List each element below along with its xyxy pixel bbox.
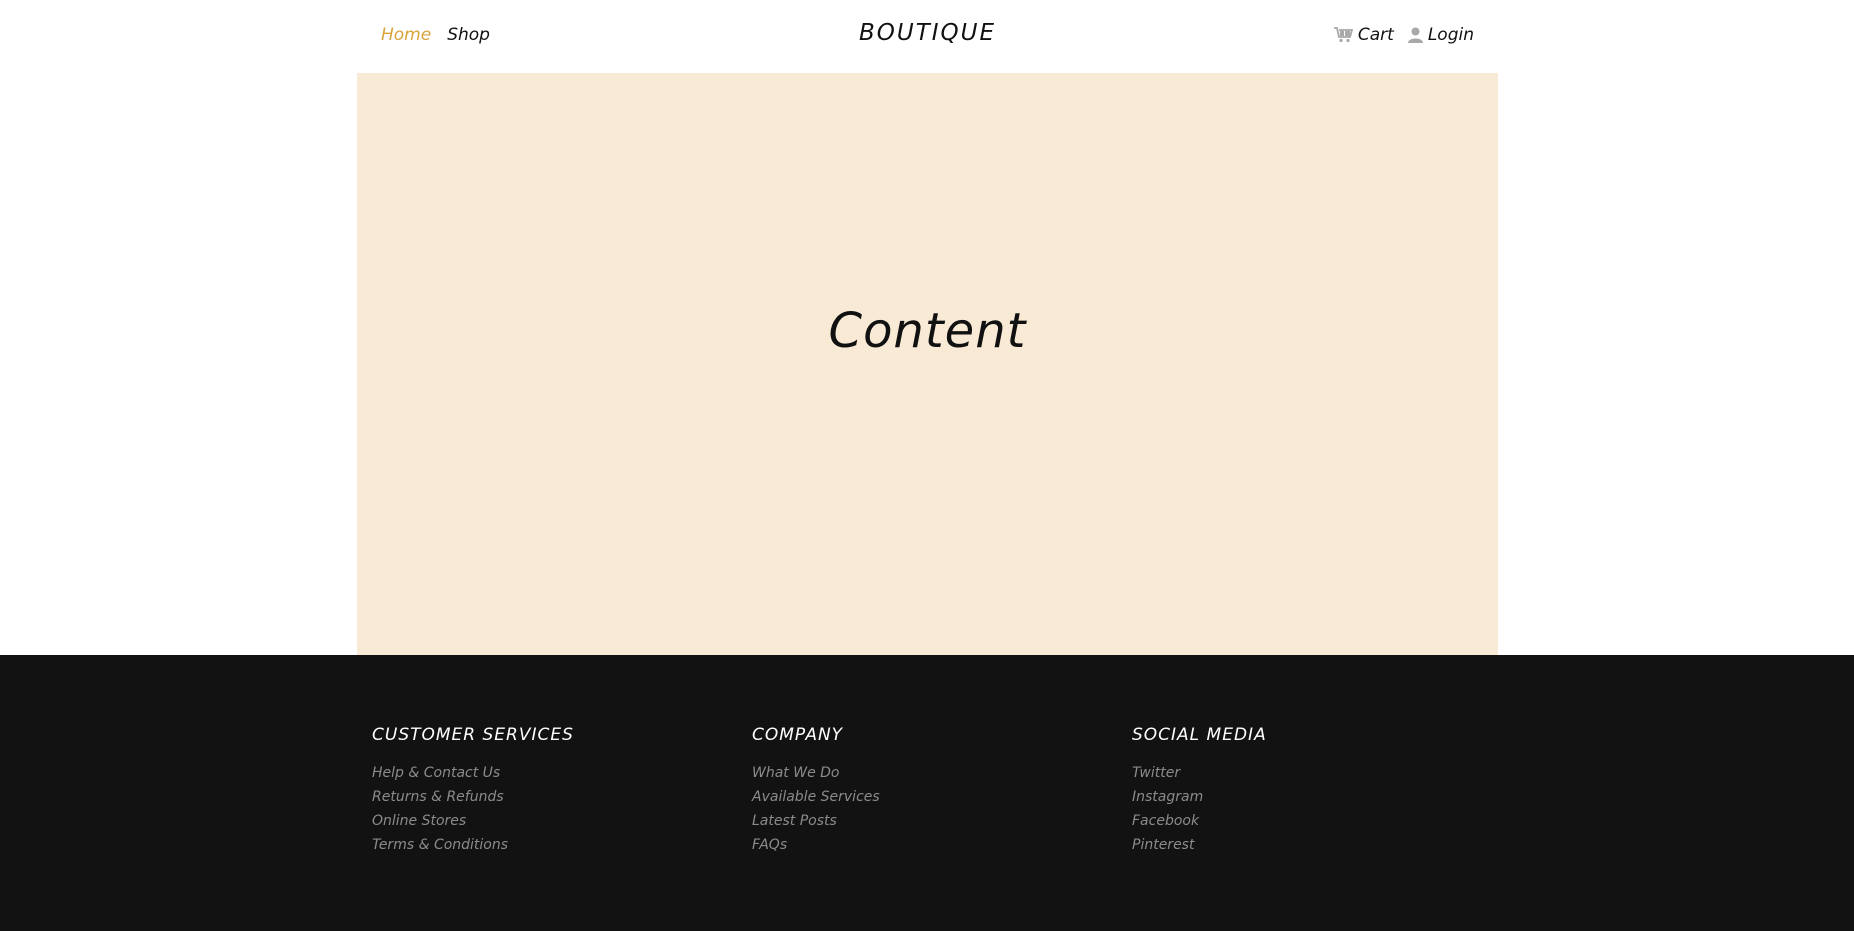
- cart-label: Cart: [1357, 25, 1394, 45]
- user-icon: [1407, 27, 1423, 43]
- site-footer: CUSTOMER SERVICES Help & Contact Us Retu…: [0, 655, 1854, 931]
- footer-heading: COMPANY: [752, 725, 844, 745]
- footer-link[interactable]: Terms & Conditions: [372, 833, 574, 857]
- content-title: Content: [828, 303, 1027, 359]
- brand-logo: BOUTIQUE: [858, 20, 997, 46]
- cart-link[interactable]: Cart: [1333, 25, 1394, 45]
- footer-link[interactable]: Returns & Refunds: [372, 785, 574, 809]
- account-nav: Cart Login: [1333, 25, 1474, 45]
- content-area: Content: [357, 73, 1498, 655]
- footer-link[interactable]: Help & Contact Us: [372, 761, 574, 785]
- footer-heading: CUSTOMER SERVICES: [372, 725, 574, 745]
- site-header: Home Shop BOUTIQUE Cart Login: [357, 0, 1498, 73]
- main-nav: Home Shop: [381, 25, 490, 45]
- footer-link[interactable]: Latest Posts: [752, 809, 880, 833]
- footer-column-social-media: SOCIAL MEDIA Twitter Instagram Facebook …: [1132, 725, 1267, 857]
- footer-link[interactable]: Pinterest: [1132, 833, 1267, 857]
- footer-link[interactable]: Facebook: [1132, 809, 1267, 833]
- login-link[interactable]: Login: [1407, 25, 1474, 45]
- footer-link[interactable]: FAQs: [752, 833, 880, 857]
- footer-column-company: COMPANY What We Do Available Services La…: [752, 725, 880, 857]
- footer-link[interactable]: Twitter: [1132, 761, 1267, 785]
- footer-link[interactable]: Online Stores: [372, 809, 574, 833]
- footer-link[interactable]: Instagram: [1132, 785, 1267, 809]
- footer-column-customer-services: CUSTOMER SERVICES Help & Contact Us Retu…: [372, 725, 574, 857]
- login-label: Login: [1427, 25, 1474, 45]
- footer-link[interactable]: What We Do: [752, 761, 880, 785]
- footer-heading: SOCIAL MEDIA: [1132, 725, 1267, 745]
- cart-icon: [1333, 27, 1353, 43]
- nav-shop-link[interactable]: Shop: [447, 25, 490, 45]
- nav-home-link[interactable]: Home: [381, 25, 431, 45]
- footer-link[interactable]: Available Services: [752, 785, 880, 809]
- page: Home Shop BOUTIQUE Cart Login Content CU…: [0, 0, 1854, 931]
